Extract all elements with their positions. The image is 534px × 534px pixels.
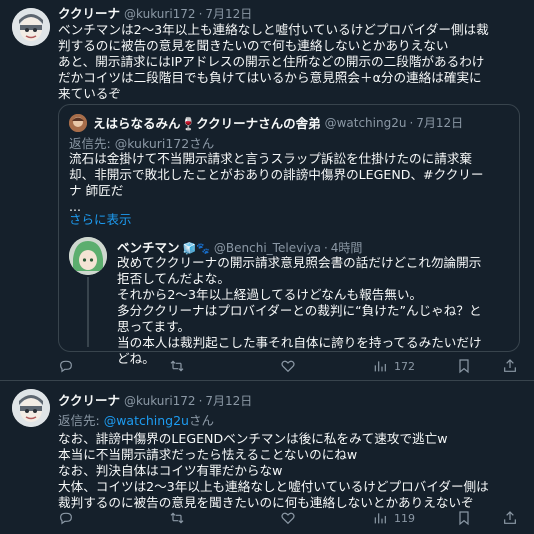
bookmark-button[interactable]: [456, 510, 472, 526]
share-button[interactable]: [502, 358, 518, 374]
thread-connector: [87, 277, 89, 347]
timestamp[interactable]: 7月12日: [205, 5, 252, 22]
tweet-text: なお、誹謗中傷界のLEGENDベンチマンは後に私をみて速攻で逃亡w 本当に不当開…: [58, 431, 520, 511]
reply-button[interactable]: [58, 358, 74, 374]
tweet-text-line: 来ているぞ: [58, 86, 121, 101]
tweet-text-line: 大体、コイツは2～3年以上も連絡なしと嘘付いているけどプロバイダー側は: [58, 479, 489, 494]
reply-icon: [60, 360, 72, 373]
reply-suffix: さん: [188, 413, 214, 428]
reply-author-avatar[interactable]: [69, 237, 107, 275]
separator-dot: ·: [198, 7, 203, 21]
tweet-actions: 119: [58, 508, 520, 528]
tweet-text-line: だかコイツは二段階目でも負けてはいるから意見照会＋α分の連絡は確実に: [58, 70, 482, 85]
quoted-author-avatar: [69, 113, 87, 132]
bookmark-button[interactable]: [456, 358, 472, 374]
views-count: 119: [394, 511, 415, 525]
views-count: 172: [394, 359, 415, 373]
avatar-image-icon: [12, 389, 50, 427]
tweet-text-line: 本当に不当開示請求だったら怯えることないのにねw: [58, 447, 358, 462]
tweet-text-line: ベンチマンは2～3年以上も連絡なしと嘘付いているけどプロバイダー側は裁: [58, 22, 489, 37]
tweet-2[interactable]: ククリーナ @kukuri172 · 7月12日 返信先: @watching2…: [0, 381, 534, 534]
tweet-text-line: 判するのに被告の意見を聞きたいので何も連絡しないとかありえない: [58, 38, 449, 53]
quoted-reply-context: 返信先: @kukuri172さん: [69, 133, 214, 152]
tweet-text-line: なお、誹謗中傷界のLEGENDベンチマンは後に私をみて速攻で逃亡w: [58, 431, 448, 446]
reply-text-line: 改めてククリーナの開示請求意見照会書の話だけどこれ勿論開示: [117, 255, 482, 270]
share-icon: [504, 359, 516, 372]
reply-author-name[interactable]: ベンチマン: [117, 237, 180, 256]
reply-avatar-image-icon: [69, 237, 107, 275]
avatar[interactable]: [12, 8, 50, 46]
tweet-actions: 172: [58, 356, 520, 376]
tweet-content: ククリーナ @kukuri172 · 7月12日 返信先: @watching2…: [58, 390, 520, 511]
quoted-timestamp[interactable]: 7月12日: [416, 114, 463, 131]
quoted-author-handle[interactable]: @watching2u: [325, 116, 407, 130]
separator-dot: ·: [198, 394, 203, 408]
tweet-text: ベンチマンは2～3年以上も連絡なしと嘘付いているけどプロバイダー側は裁 判するの…: [58, 22, 520, 102]
reply-suffix: さん: [189, 136, 215, 151]
views-chart-icon: [374, 361, 386, 372]
views-chart-icon: [374, 513, 386, 524]
reply-handle-link[interactable]: @kukuri172: [115, 136, 190, 151]
share-icon: [504, 511, 516, 524]
retweet-icon: [170, 360, 184, 372]
quoted-text-line: ナ 師匠だ: [69, 183, 124, 198]
quoted-tweet-text: 流石は金掛けて不当開示請求と言うスラップ訴訟を仕掛けたのに請求棄 却、非開示で敗…: [69, 151, 483, 215]
views-button[interactable]: 119: [372, 510, 415, 526]
separator-dot: ·: [323, 241, 328, 255]
reply-prefix: 返信先:: [69, 136, 115, 151]
reply-button[interactable]: [58, 510, 74, 526]
reply-handle-link[interactable]: @watching2u: [104, 413, 189, 428]
quoted-author-name[interactable]: えはらなるみん🍷ククリーナさんの舎弟: [93, 113, 321, 132]
reply-text-line: 当の本人は裁判起こした事それ自体に誇りを持ってるみたいだけ: [117, 335, 482, 350]
reply-text-line: 多分ククリーナはプロバイダーとの裁判に“負けた”んじゃね？と: [117, 303, 482, 318]
quoted-text-line: 却、非開示で敗北したことがおありの誹謗中傷界のLEGEND、#ククリー: [69, 167, 484, 182]
author-name[interactable]: ククリーナ: [58, 390, 120, 409]
quoted-tweet-header: えはらなるみん🍷ククリーナさんの舎弟 @watching2u · 7月12日: [69, 113, 463, 132]
separator-dot: ·: [409, 115, 414, 130]
quoted-text-line: 流石は金掛けて不当開示請求と言うスラップ訴訟を仕掛けたのに請求棄: [69, 151, 472, 166]
reply-text-line: 思ってます。: [117, 319, 191, 334]
author-handle[interactable]: @kukuri172: [124, 394, 196, 408]
avatar-image-icon: [12, 8, 50, 46]
reply-author-handle[interactable]: @Benchi_Televiya: [214, 241, 321, 255]
reply-prefix: 返信先:: [58, 413, 104, 428]
retweet-icon: [170, 512, 184, 524]
like-button[interactable]: [280, 510, 296, 526]
show-more-link[interactable]: さらに表示: [69, 209, 132, 228]
retweet-button[interactable]: [169, 510, 185, 526]
tweet-1[interactable]: ククリーナ @kukuri172 · 7月12日 ベンチマンは2～3年以上も連絡…: [0, 0, 534, 380]
share-button[interactable]: [502, 510, 518, 526]
tweet-header: ククリーナ @kukuri172 · 7月12日: [58, 390, 520, 408]
reply-text-line: それから2～3年以上経過してるけどなんも報告無い。: [117, 287, 423, 302]
retweet-button[interactable]: [169, 358, 185, 374]
tweet-text-line: あと、開示請求にはIPアドレスの開示と住所などの開示の二段階があるわけ: [58, 54, 485, 69]
reply-context: 返信先: @watching2uさん: [58, 410, 520, 429]
like-button[interactable]: [280, 358, 296, 374]
quoted-avatar-icon: [69, 113, 87, 132]
tweet-text-line: なお、判決自体はコイツ有罪だからなw: [58, 463, 283, 478]
author-name[interactable]: ククリーナ: [58, 3, 120, 22]
bookmark-icon: [459, 359, 469, 374]
reply-header: ベンチマン 🧊🐾 @Benchi_Televiya · 4時間: [117, 237, 362, 255]
reply-author-badges: 🧊🐾: [182, 242, 210, 255]
quoted-tweet-card[interactable]: えはらなるみん🍷ククリーナさんの舎弟 @watching2u · 7月12日 返…: [58, 104, 520, 366]
timestamp[interactable]: 7月12日: [205, 392, 252, 409]
author-handle[interactable]: @kukuri172: [124, 7, 196, 21]
tweet-content: ククリーナ @kukuri172 · 7月12日 ベンチマンは2～3年以上も連絡…: [58, 3, 520, 102]
reply-text-line: 拒否してんだよな。: [117, 271, 230, 286]
tweet-header: ククリーナ @kukuri172 · 7月12日: [58, 3, 520, 21]
reply-timestamp[interactable]: 4時間: [331, 239, 363, 256]
heart-icon: [281, 360, 295, 373]
heart-icon: [281, 512, 295, 525]
views-button[interactable]: 172: [372, 358, 415, 374]
reply-icon: [60, 512, 72, 525]
bookmark-icon: [459, 511, 469, 526]
avatar[interactable]: [12, 389, 50, 427]
reply-text: 改めてククリーナの開示請求意見照会書の話だけどこれ勿論開示 拒否してんだよな。 …: [117, 255, 482, 367]
